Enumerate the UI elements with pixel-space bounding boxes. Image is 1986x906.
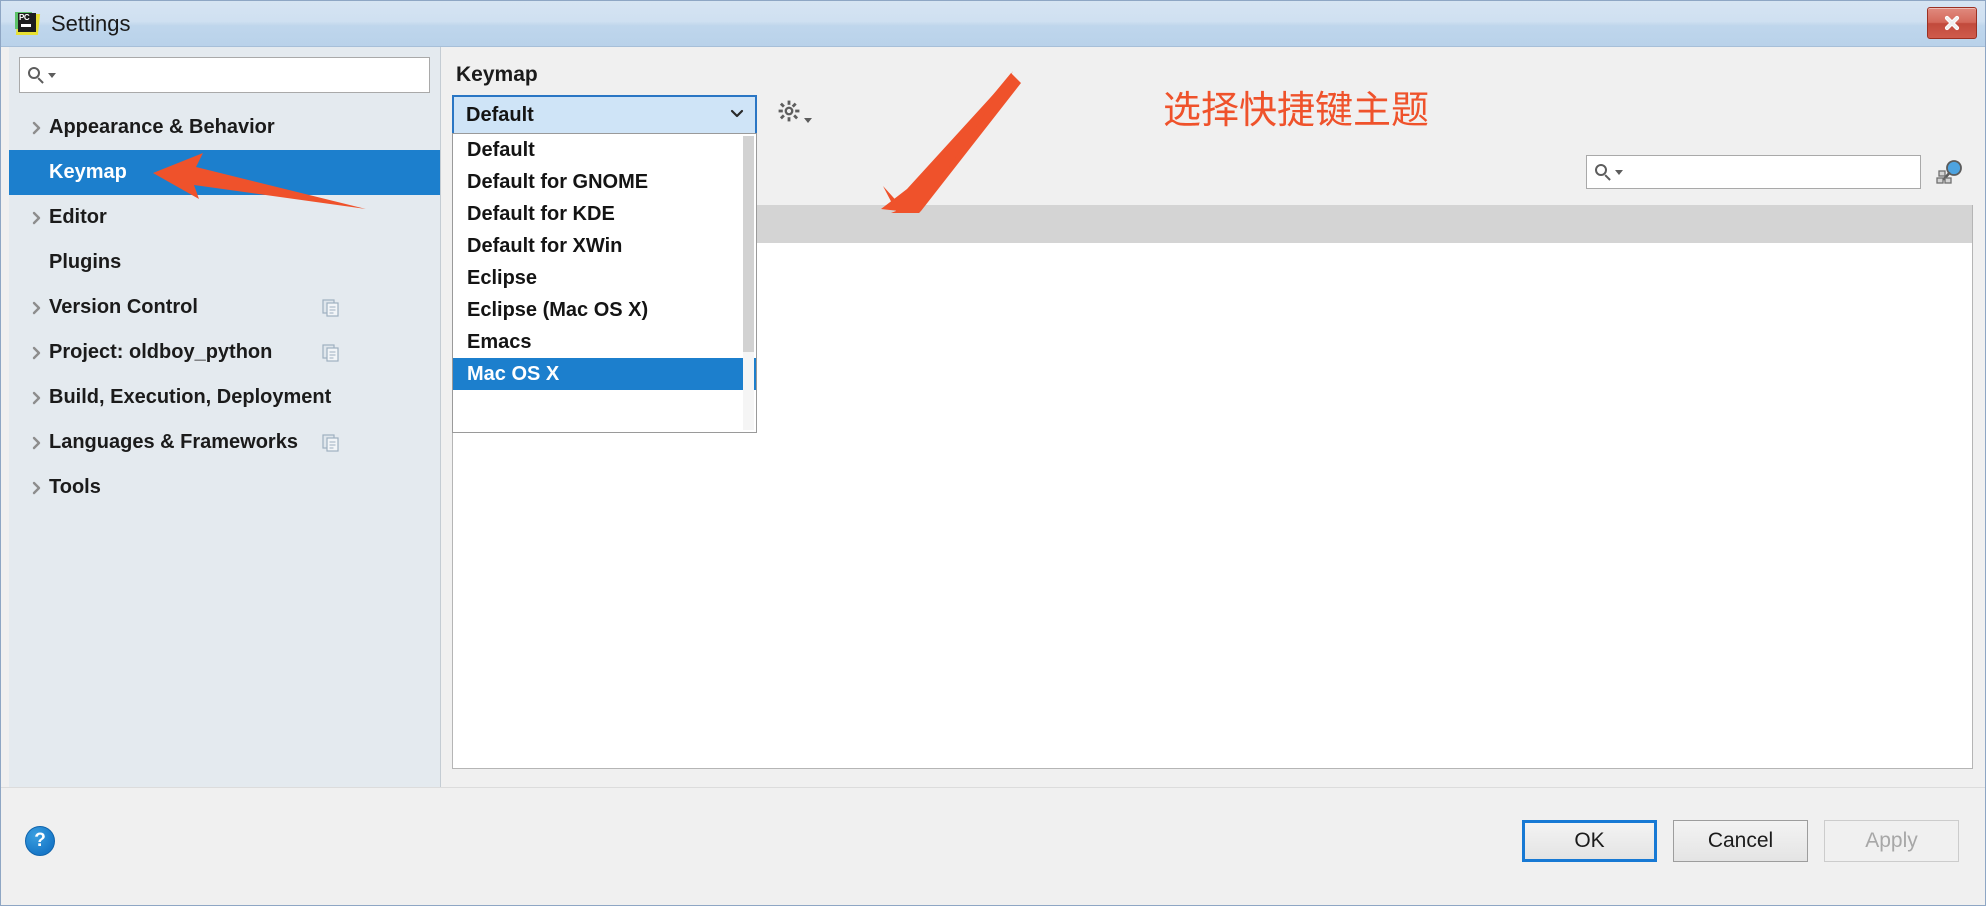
title-bar: PC Settings bbox=[1, 1, 1985, 47]
search-icon bbox=[28, 66, 45, 84]
ok-button[interactable]: OK bbox=[1522, 820, 1657, 862]
dropdown-option[interactable]: Eclipse (Mac OS X) bbox=[453, 294, 756, 326]
dropdown-scrollbar-thumb[interactable] bbox=[743, 136, 754, 352]
sidebar-item-label: Editor bbox=[49, 206, 107, 228]
settings-window: PC Settings Appearance & Behavior Keymap… bbox=[0, 0, 1986, 906]
apply-button: Apply bbox=[1824, 820, 1959, 862]
settings-sidebar: Appearance & Behavior Keymap Editor Plug… bbox=[9, 47, 441, 787]
sidebar-item-label: Project: oldboy_python bbox=[49, 341, 273, 363]
keymap-gear-button[interactable] bbox=[777, 99, 812, 128]
sidebar-item-appearance-behavior[interactable]: Appearance & Behavior bbox=[9, 105, 440, 150]
sidebar-search-wrap bbox=[9, 47, 440, 101]
chevron-right-icon bbox=[25, 210, 49, 226]
dialog-buttons: OK Cancel Apply bbox=[1522, 820, 1959, 862]
sidebar-item-label: Languages & Frameworks bbox=[49, 431, 298, 453]
chevron-right-icon bbox=[25, 345, 49, 361]
copy-settings-icon bbox=[322, 298, 340, 317]
cancel-button[interactable]: Cancel bbox=[1673, 820, 1808, 862]
annotation-note: 选择快捷键主题 bbox=[1163, 88, 1430, 132]
keymap-search-input[interactable] bbox=[1586, 155, 1921, 189]
chevron-right-icon bbox=[25, 480, 49, 496]
keymap-dropdown-list[interactable]: Default Default for GNOME Default for KD… bbox=[452, 133, 757, 433]
sidebar-item-label: Plugins bbox=[49, 251, 122, 273]
dropdown-option[interactable]: Default for KDE bbox=[453, 198, 756, 230]
find-by-shortcut-icon[interactable] bbox=[1933, 155, 1967, 189]
chevron-right-icon bbox=[25, 120, 49, 136]
sidebar-item-label: Keymap bbox=[49, 161, 127, 183]
sidebar-item-keymap[interactable]: Keymap bbox=[9, 150, 440, 195]
sidebar-item-label: Appearance & Behavior bbox=[49, 116, 275, 138]
window-title: Settings bbox=[51, 10, 131, 36]
copy-settings-icon bbox=[322, 433, 340, 452]
sidebar-item-project[interactable]: Project: oldboy_python bbox=[9, 330, 440, 375]
chevron-down-icon bbox=[1615, 169, 1623, 175]
chevron-right-icon bbox=[25, 435, 49, 451]
search-input[interactable] bbox=[19, 57, 430, 93]
keymap-combo-value: Default bbox=[466, 103, 534, 126]
keymap-combo[interactable]: Default bbox=[452, 95, 757, 135]
pycharm-icon: PC bbox=[15, 11, 41, 37]
dialog-content: Appearance & Behavior Keymap Editor Plug… bbox=[1, 47, 1985, 787]
page-title: Keymap bbox=[456, 63, 538, 86]
copy-settings-icon bbox=[322, 343, 340, 362]
dropdown-option[interactable]: Eclipse bbox=[453, 262, 756, 294]
chevron-right-icon bbox=[25, 300, 49, 316]
search-icon bbox=[1595, 163, 1612, 181]
chevron-down-icon bbox=[48, 72, 56, 78]
help-icon[interactable]: ? bbox=[25, 826, 55, 856]
sidebar-item-version-control[interactable]: Version Control bbox=[9, 285, 440, 330]
sidebar-item-label: Tools bbox=[49, 476, 101, 498]
gear-icon bbox=[777, 99, 801, 128]
sidebar-item-label: Build, Execution, Deployment bbox=[49, 386, 332, 408]
sidebar-tree: Appearance & Behavior Keymap Editor Plug… bbox=[9, 101, 440, 510]
dropdown-option[interactable]: Default for XWin bbox=[453, 230, 756, 262]
dropdown-option[interactable]: Default bbox=[453, 134, 756, 166]
sidebar-item-label: Version Control bbox=[49, 296, 198, 318]
dropdown-option-selected[interactable]: Mac OS X bbox=[453, 358, 756, 390]
sidebar-item-languages-frameworks[interactable]: Languages & Frameworks bbox=[9, 420, 440, 465]
dialog-footer: ? OK Cancel Apply bbox=[1, 787, 1985, 905]
sidebar-item-plugins[interactable]: Plugins bbox=[9, 240, 440, 285]
sidebar-item-tools[interactable]: Tools bbox=[9, 465, 440, 510]
sidebar-item-build-execution-deployment[interactable]: Build, Execution, Deployment bbox=[9, 375, 440, 420]
close-icon[interactable] bbox=[1927, 7, 1977, 39]
chevron-right-icon bbox=[25, 390, 49, 406]
chevron-down-icon bbox=[727, 103, 747, 128]
keymap-panel: Keymap Default Default Default for GNOME… bbox=[442, 47, 1985, 787]
dropdown-option[interactable]: Default for GNOME bbox=[453, 166, 756, 198]
chevron-down-icon bbox=[804, 118, 812, 123]
sidebar-item-editor[interactable]: Editor bbox=[9, 195, 440, 240]
dropdown-option[interactable]: Emacs bbox=[453, 326, 756, 358]
